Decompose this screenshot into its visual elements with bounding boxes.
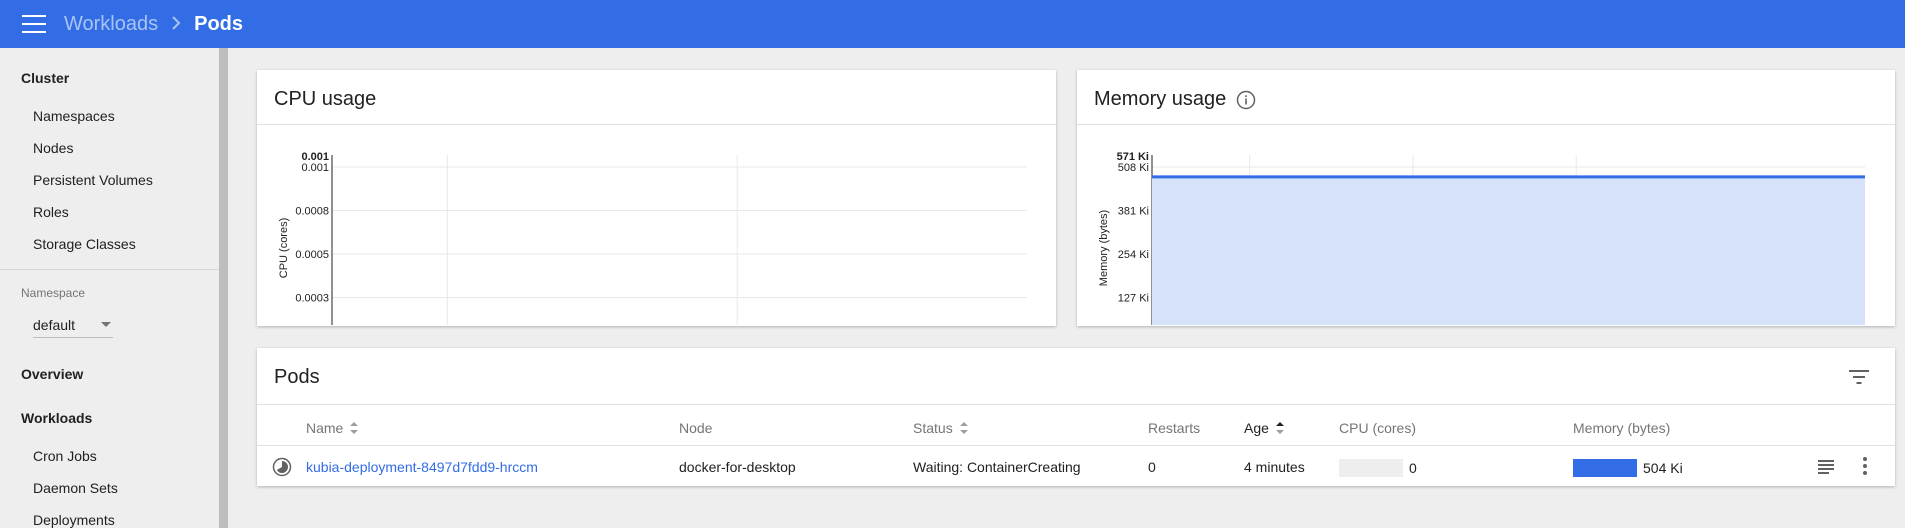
chart-y-tick-label: 381 Ki: [1118, 206, 1149, 218]
column-header-name-label: Name: [306, 420, 344, 436]
cpu-usage-chart: 00.00030.00050.00080.0010.00109:2809:280…: [278, 151, 1027, 325]
sort-icon: [350, 422, 359, 434]
sidebar-heading-workloads[interactable]: Workloads: [0, 410, 92, 426]
cpu-sparkline: [1339, 459, 1403, 477]
info-icon[interactable]: [1236, 90, 1256, 110]
sidebar-item-deployments[interactable]: Deployments: [0, 512, 115, 528]
pod-cpu-value: 0: [1409, 460, 1417, 476]
cpu-usage-title: CPU usage: [274, 88, 377, 110]
chart-y-tick-label: 127 Ki: [1118, 293, 1149, 305]
pod-memory-value: 504 Ki: [1643, 460, 1683, 476]
pod-node: docker-for-desktop: [679, 459, 796, 475]
column-header-restarts: Restarts: [1148, 420, 1201, 436]
namespace-select[interactable]: default: [33, 312, 113, 338]
filter-icon[interactable]: [1848, 368, 1870, 386]
sidebar-item-storage-classes[interactable]: Storage Classes: [0, 236, 136, 252]
chart-y-tick-label: 508 Ki: [1118, 162, 1149, 174]
logs-icon[interactable]: [1817, 458, 1835, 474]
page-title: Pods: [194, 12, 244, 35]
chart-y-tick-label: 254 Ki: [1118, 249, 1149, 261]
chart-y-tick-label: 0.0005: [295, 249, 329, 261]
pod-age: 4 minutes: [1244, 459, 1305, 475]
table-header-divider: [257, 445, 1895, 446]
sidebar-item-persistent-volumes[interactable]: Persistent Volumes: [0, 172, 153, 188]
chart-y-max-label: 571 Ki: [1117, 151, 1149, 163]
card-header-divider: [257, 404, 1895, 405]
column-header-memory: Memory (bytes): [1573, 420, 1671, 436]
pending-status-icon: [272, 457, 292, 477]
breadcrumb-workloads-link[interactable]: Workloads: [64, 13, 158, 36]
column-header-age[interactable]: Age: [1244, 420, 1285, 436]
sidebar-item-cron-jobs[interactable]: Cron Jobs: [0, 448, 97, 464]
pods-title: Pods: [274, 366, 320, 388]
sidebar-item-namespaces[interactable]: Namespaces: [0, 108, 115, 124]
sort-ascending-icon: [1275, 422, 1284, 434]
column-header-node: Node: [679, 420, 713, 436]
column-header-cpu: CPU (cores): [1339, 420, 1417, 436]
column-header-status-label: Status: [913, 420, 953, 436]
memory-usage-title: Memory usage: [1094, 88, 1227, 110]
pod-name-text: kubia-deployment-8497d7fdd9-hrccm: [306, 459, 538, 475]
pod-memory-cell: 504 Ki: [1573, 459, 1683, 477]
chart-y-max-label: 0.001: [301, 151, 329, 163]
chevron-right-icon: [170, 11, 182, 37]
namespace-select-value: default: [33, 316, 76, 333]
top-app-bar: Workloads Pods: [0, 0, 1905, 48]
more-vert-icon[interactable]: [1861, 456, 1869, 476]
chart-y-axis-title: CPU (cores): [278, 218, 290, 279]
memory-usage-title-row: Memory usage: [1094, 88, 1256, 111]
column-header-name[interactable]: Name: [306, 420, 359, 436]
dropdown-arrow-icon: [101, 322, 111, 327]
chart-series-area: [1152, 176, 1865, 325]
sidebar-item-nodes[interactable]: Nodes: [0, 140, 73, 156]
chart-y-tick-label: 0.0008: [295, 206, 329, 218]
namespace-label: Namespace: [21, 286, 86, 300]
pod-restarts: 0: [1148, 459, 1156, 475]
pod-status: Waiting: ContainerCreating: [913, 459, 1081, 475]
breadcrumb: Workloads Pods: [64, 11, 243, 37]
memory-usage-chart: 0127 Ki254 Ki381 Ki508 Ki571 Ki09:2709:2…: [1098, 151, 1865, 325]
sidebar: Cluster Namespaces Nodes Persistent Volu…: [0, 48, 228, 528]
sidebar-item-roles[interactable]: Roles: [0, 204, 69, 220]
column-header-age-label: Age: [1244, 420, 1269, 436]
memory-sparkline: [1573, 459, 1637, 477]
pod-cpu-cell: 0: [1339, 459, 1417, 477]
chart-y-tick-label: 0.0003: [295, 293, 329, 305]
pod-name-link[interactable]: kubia-deployment-8497d7fdd9-hrccm: [306, 459, 538, 475]
sidebar-divider: [0, 269, 219, 270]
sidebar-item-daemon-sets[interactable]: Daemon Sets: [0, 480, 118, 496]
column-header-status[interactable]: Status: [913, 420, 969, 436]
chart-y-axis-title: Memory (bytes): [1098, 210, 1110, 286]
cpu-usage-card: CPU usage 00.00030.00050.00080.0010.0010…: [257, 70, 1056, 326]
chart-y-tick-label: 0.001: [301, 162, 329, 174]
sort-icon: [959, 422, 968, 434]
sidebar-heading-cluster[interactable]: Cluster: [0, 70, 69, 86]
sidebar-item-overview[interactable]: Overview: [0, 366, 83, 382]
memory-usage-card: Memory usage 0127 Ki254 Ki381 Ki508 Ki57…: [1077, 70, 1895, 326]
hamburger-menu-icon[interactable]: [22, 15, 46, 33]
